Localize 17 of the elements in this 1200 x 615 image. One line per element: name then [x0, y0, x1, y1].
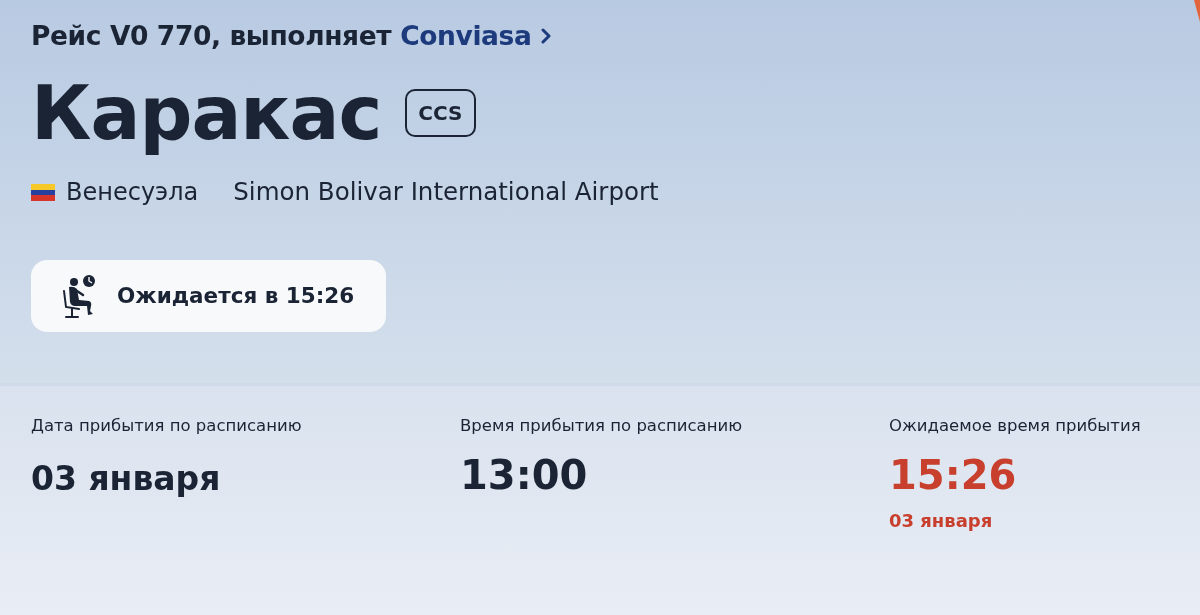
field-label: Ожидаемое время прибытия: [889, 415, 1141, 437]
airline-link[interactable]: Conviasa: [400, 16, 552, 56]
date-note: 03 января: [889, 509, 993, 533]
flag-icon: [31, 183, 55, 201]
city-title: Каракас: [31, 68, 382, 158]
corner-stripe-drawing: [1194, 0, 1200, 22]
date-value: 03 января: [31, 462, 221, 495]
airport-name-text: Simon Bolivar International Airport: [233, 175, 659, 208]
airport-code-badge: CCS: [405, 89, 476, 137]
country-text: Венесуэла: [66, 177, 199, 208]
field-label: Время прибытия по расписанию: [460, 415, 743, 437]
time-value: 13:00: [460, 455, 588, 495]
field-label: Дата прибытия по расписанию: [31, 415, 302, 437]
chevron-right-icon: [541, 28, 552, 44]
status-text: Ожидается в 15:26: [117, 281, 355, 310]
time-value: 15:26: [889, 455, 1017, 495]
flight-operator-text: Рейс V0 770, выполняет: [31, 19, 392, 54]
